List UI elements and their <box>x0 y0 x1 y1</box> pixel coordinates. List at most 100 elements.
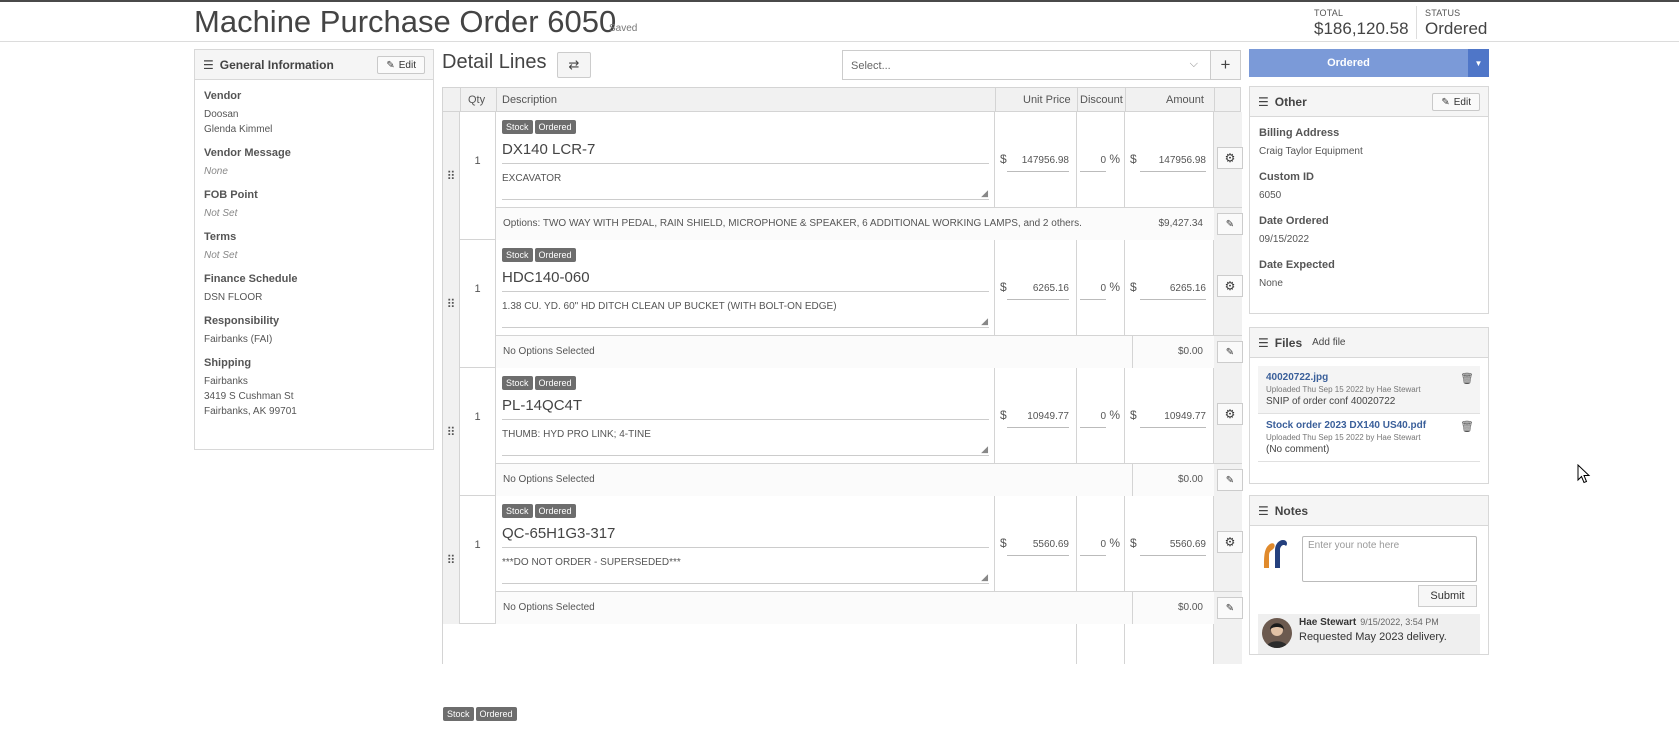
detail-lines-title: Detail Lines <box>442 51 547 73</box>
file-name-link[interactable]: Stock order 2023 DX140 US40.pdf <box>1266 420 1472 431</box>
status-button[interactable]: Ordered <box>1249 49 1468 77</box>
gear-icon: ⚙ <box>1224 151 1236 165</box>
options-amount: $9,427.34 <box>1158 218 1204 229</box>
terms-label: Terms <box>204 231 237 243</box>
item-select[interactable]: Select... ⌵ <box>842 50 1211 80</box>
add-file-link[interactable]: Add file <box>1312 337 1345 348</box>
unit-price-input[interactable]: 5560.69 <box>1007 539 1069 556</box>
line-settings-button[interactable]: ⚙ <box>1217 531 1243 553</box>
unit-price-input[interactable]: 6265.16 <box>1007 283 1069 300</box>
discount-input[interactable]: 0 <box>1080 539 1106 556</box>
trash-icon[interactable]: 🗑 <box>1460 372 1474 385</box>
drag-handle-icon[interactable]: ⠿ <box>443 496 460 624</box>
amount-input[interactable]: 10949.77 <box>1140 411 1206 428</box>
fob-label: FOB Point <box>204 189 258 201</box>
percent-symbol: % <box>1109 152 1120 166</box>
date-expected-label: Date Expected <box>1259 259 1335 271</box>
resize-handle-icon[interactable]: ◢ <box>981 188 988 199</box>
saved-indicator: Saved <box>609 23 638 34</box>
resize-handle-icon[interactable]: ◢ <box>981 316 988 327</box>
status-dropdown-button[interactable]: ▼ <box>1468 49 1489 77</box>
mouse-cursor-icon <box>1577 464 1591 484</box>
unit-price-input[interactable]: 10949.77 <box>1007 411 1069 428</box>
amount-input[interactable]: 6265.16 <box>1140 283 1206 300</box>
line-options: No Options Selected $0.00 <box>496 463 1214 496</box>
discount-cell: 0 % <box>1077 496 1125 591</box>
percent-symbol: % <box>1109 280 1120 294</box>
pencil-icon: ✎ <box>1441 96 1450 108</box>
note-input[interactable]: Enter your note here <box>1302 536 1477 582</box>
line-description-input[interactable]: ***DO NOT ORDER - SUPERSEDED*** ◢ <box>502 557 989 584</box>
line-settings-button[interactable]: ⚙ <box>1217 275 1243 297</box>
options-amount: $0.00 <box>1177 474 1203 485</box>
amount-input[interactable]: 5560.69 <box>1140 539 1206 556</box>
discount-input[interactable]: 0 <box>1080 283 1106 300</box>
other-edit-button[interactable]: ✎ Edit <box>1432 93 1480 111</box>
other-header: ☰ Other ✎ Edit <box>1250 87 1488 117</box>
stock-badge: Stock <box>502 376 533 390</box>
header-divider <box>0 41 1679 42</box>
line-settings-button[interactable]: ⚙ <box>1217 147 1243 169</box>
file-comment: SNIP of order conf 40020722 <box>1266 396 1396 407</box>
status-value: Ordered <box>1425 19 1488 38</box>
line-settings-button[interactable]: ⚙ <box>1217 403 1243 425</box>
general-info-panel: ☰ General Information ✎ Edit Vendor Doosa… <box>194 49 434 450</box>
edit-options-button[interactable]: ✎ <box>1217 597 1243 619</box>
resize-handle-icon[interactable]: ◢ <box>981 572 988 583</box>
currency-symbol: $ <box>1130 280 1137 294</box>
amount-input[interactable]: 147956.98 <box>1140 155 1206 172</box>
part-number[interactable]: HDC140-060 <box>502 269 989 292</box>
pencil-icon: ✎ <box>1225 346 1235 358</box>
options-text: No Options Selected <box>503 602 595 613</box>
date-ordered-label: Date Ordered <box>1259 215 1329 227</box>
unit-price-input[interactable]: 147956.98 <box>1007 155 1069 172</box>
files-title: Files <box>1274 335 1303 350</box>
edit-options-button[interactable]: ✎ <box>1217 341 1243 363</box>
swap-icon: ⇄ <box>568 57 580 72</box>
line-description-cell: Stock Ordered DX140 LCR-7 EXCAVATOR ◢ <box>496 112 995 207</box>
discount-input[interactable]: 0 <box>1080 155 1106 172</box>
vendor-label: Vendor <box>204 90 242 102</box>
currency-symbol: $ <box>1000 408 1007 422</box>
menu-icon: ☰ <box>203 57 214 72</box>
line-qty: 1 <box>460 240 496 368</box>
total-label: TOTAL <box>1314 8 1344 18</box>
total-value: $186,120.58 <box>1314 19 1409 38</box>
percent-symbol: % <box>1109 536 1120 550</box>
part-number[interactable]: PL-14QC4T <box>502 397 989 420</box>
stock-badge: Stock <box>502 248 533 262</box>
file-name-link[interactable]: 40020722.jpg <box>1266 372 1472 383</box>
edit-options-button[interactable]: ✎ <box>1217 469 1243 491</box>
general-edit-button[interactable]: ✎ Edit <box>377 56 425 74</box>
resize-handle-icon[interactable]: ◢ <box>981 444 988 455</box>
shipping-line-2: 3419 S Cushman St <box>204 391 294 402</box>
status-summary: STATUS Ordered <box>1425 8 1487 39</box>
edit-label: Edit <box>1453 96 1471 108</box>
other-title: Other <box>1274 94 1307 109</box>
summary-divider <box>1416 6 1417 39</box>
unit-price-cell: $ 5560.69 <box>995 496 1077 591</box>
page-title: Machine Purchase Order 6050 <box>194 4 617 39</box>
drag-handle-icon[interactable]: ⠿ <box>443 240 460 368</box>
currency-symbol: $ <box>1130 408 1137 422</box>
line-description-input[interactable]: THUMB: HYD PRO LINK; 4-TINE ◢ <box>502 429 989 456</box>
total-summary: TOTAL $186,120.58 <box>1314 8 1409 39</box>
vendor-message-label: Vendor Message <box>204 147 291 159</box>
percent-symbol: % <box>1109 408 1120 422</box>
part-number[interactable]: QC-65H1G3-317 <box>502 525 989 548</box>
line-description-input[interactable]: 1.38 CU. YD. 60" HD DITCH CLEAN UP BUCKE… <box>502 301 989 328</box>
swap-view-button[interactable]: ⇄ <box>557 52 591 78</box>
edit-options-button[interactable]: ✎ <box>1217 213 1243 235</box>
submit-note-button[interactable]: Submit <box>1418 585 1477 607</box>
line-description-input[interactable]: EXCAVATOR ◢ <box>502 173 989 200</box>
vendor-value: Doosan Glenda Kimmel <box>204 107 424 137</box>
discount-input[interactable]: 0 <box>1080 411 1106 428</box>
line-qty: 1 <box>460 368 496 496</box>
add-line-button[interactable]: + <box>1210 50 1241 80</box>
drag-handle-icon[interactable]: ⠿ <box>443 112 460 240</box>
trash-icon[interactable]: 🗑 <box>1460 420 1474 433</box>
vendor-message-value: None <box>204 166 228 177</box>
finance-value: DSN FLOOR <box>204 292 263 303</box>
part-number[interactable]: DX140 LCR-7 <box>502 141 989 164</box>
drag-handle-icon[interactable]: ⠿ <box>443 368 460 496</box>
